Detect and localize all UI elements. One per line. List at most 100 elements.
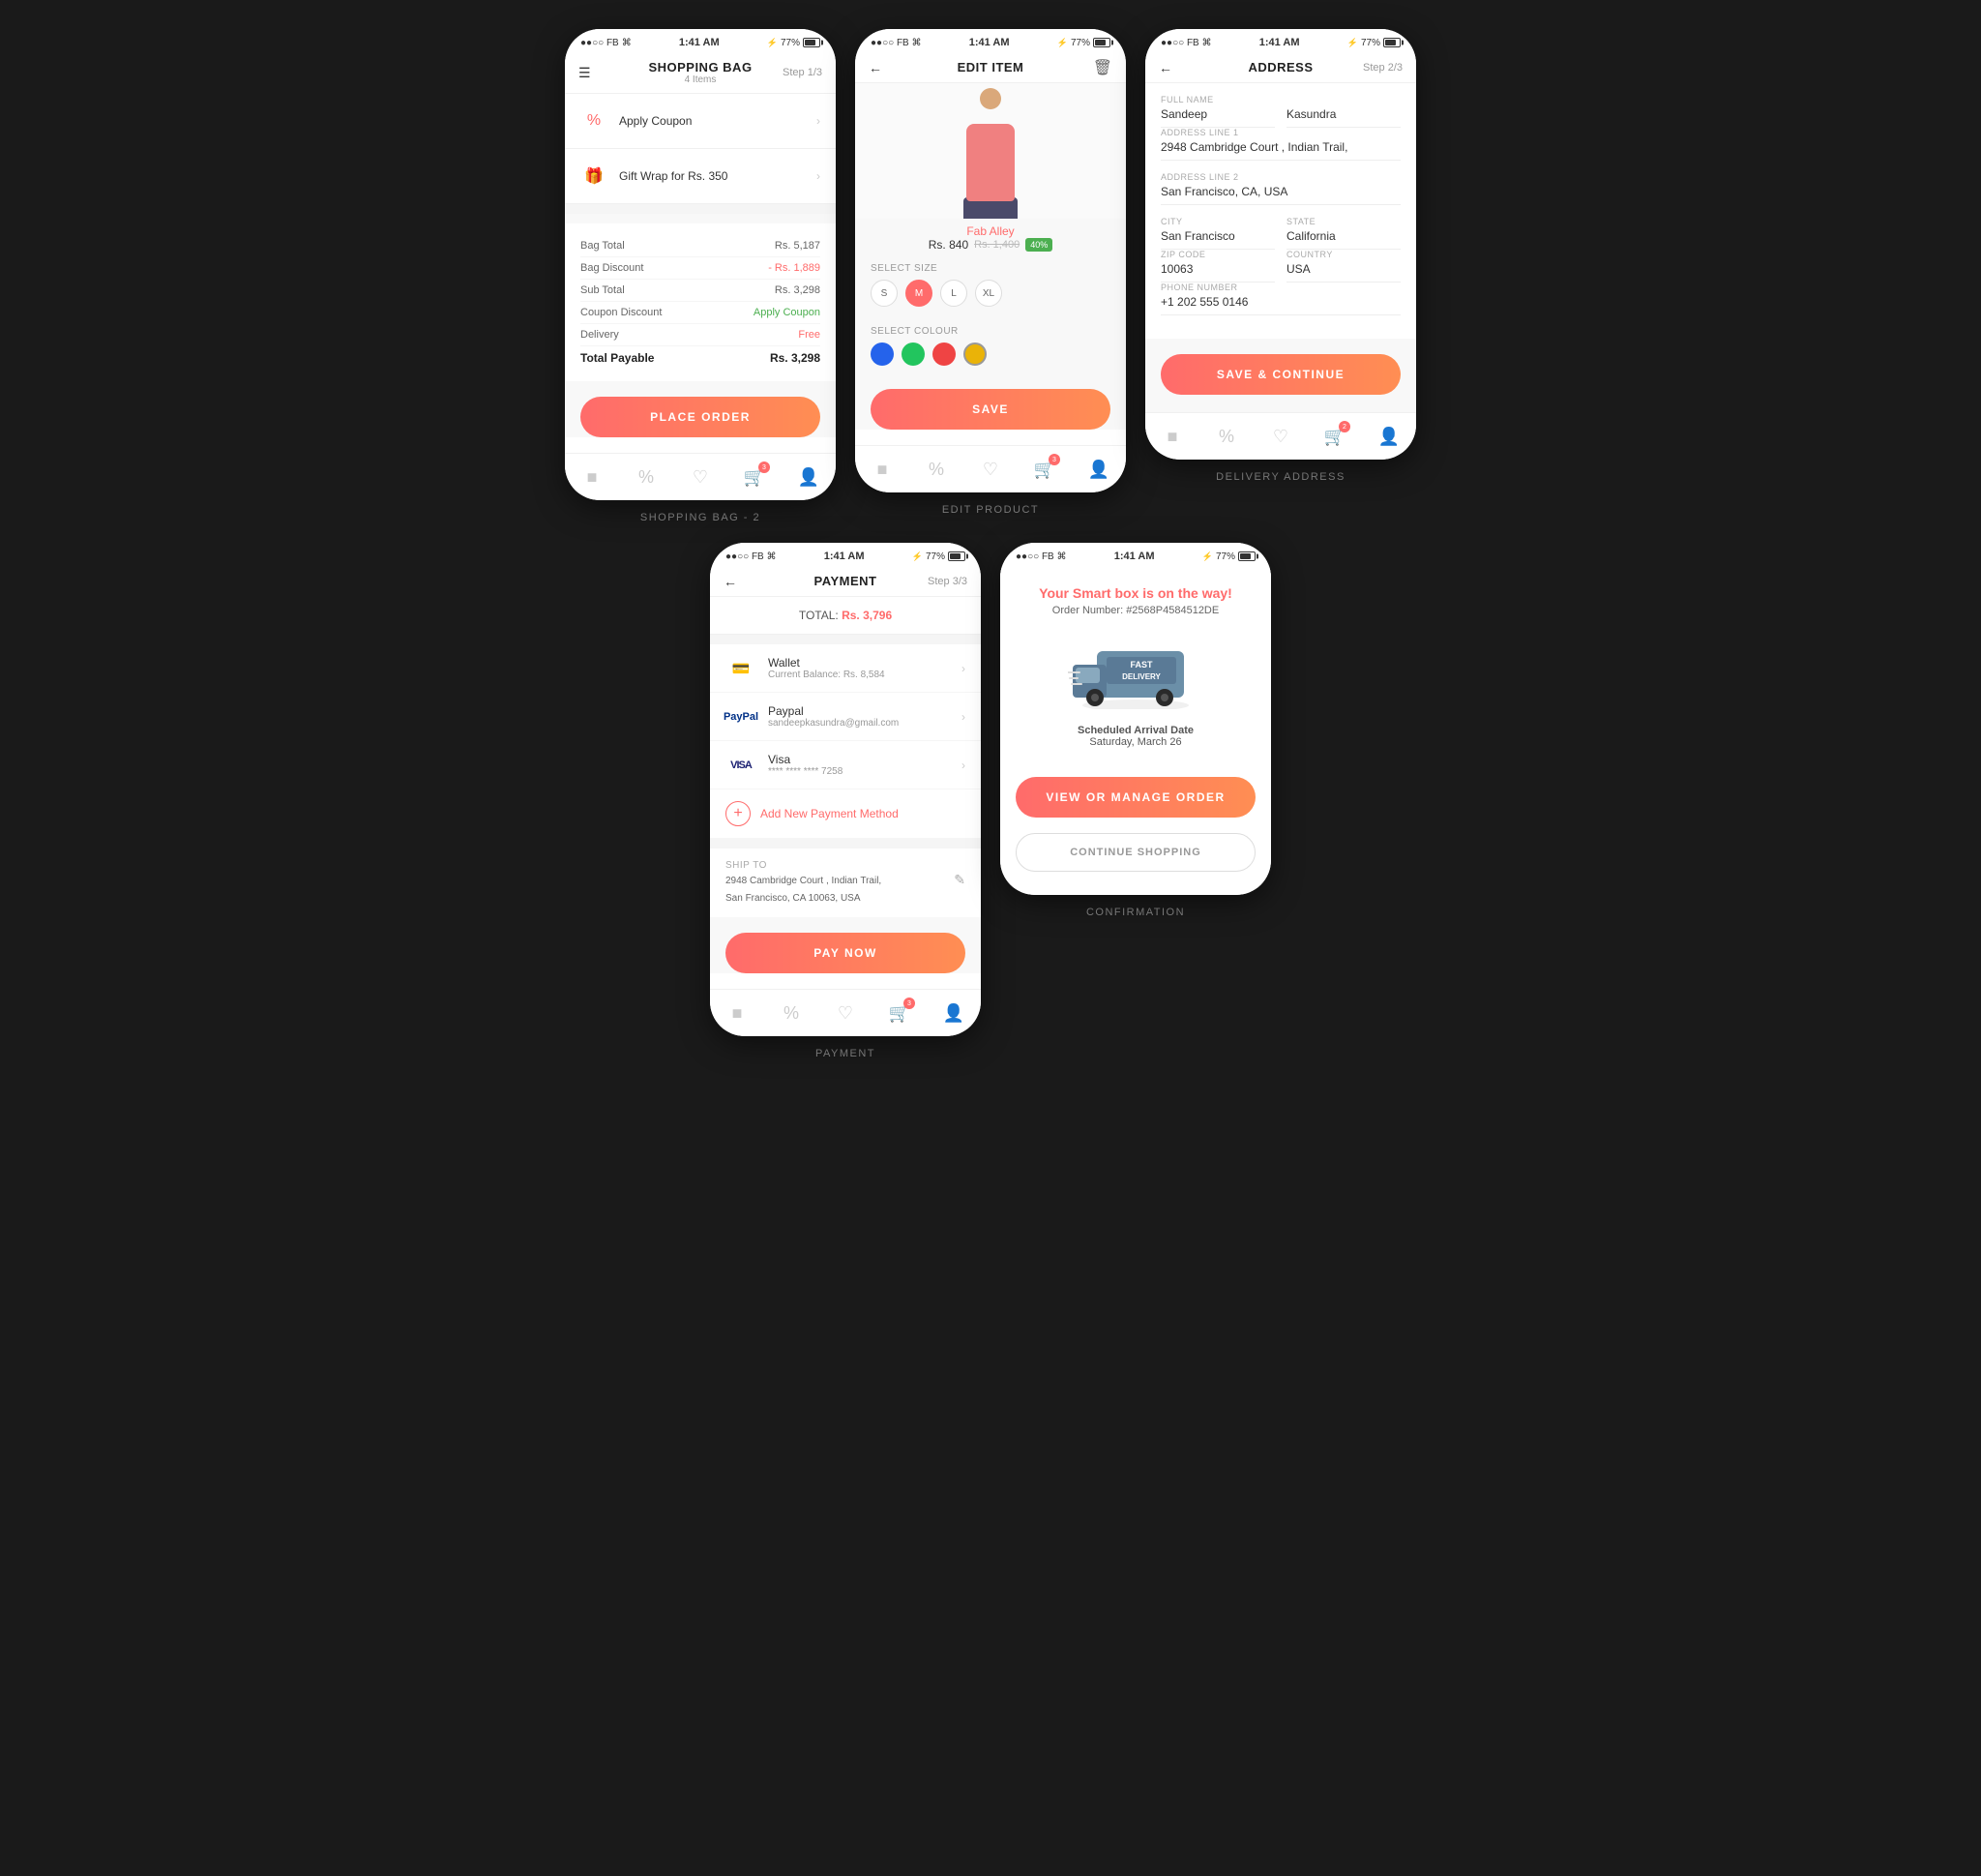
payment-status-bar: ●●○○ FB ⌘ 1:41 AM ⚡ 77%	[710, 543, 981, 566]
address-coupon-nav[interactable]: %	[1207, 423, 1246, 450]
size-m[interactable]: M	[905, 280, 932, 307]
coupon-nav-item[interactable]: %	[627, 463, 665, 491]
delivery-row: Delivery Free	[580, 324, 820, 346]
visa-option[interactable]: VISA Visa **** **** **** 7258 ›	[710, 741, 981, 789]
first-name-value[interactable]: Sandeep	[1161, 107, 1275, 128]
bag-total-row: Bag Total Rs. 5,187	[580, 235, 820, 257]
ship-address-line1: 2948 Cambridge Court , Indian Trail,	[725, 874, 881, 888]
address-status-bar: ●●○○ FB ⌘ 1:41 AM ⚡ 77%	[1145, 29, 1416, 52]
phone-value[interactable]: +1 202 555 0146	[1161, 295, 1401, 315]
paypal-option[interactable]: PayPal Paypal sandeepkasundra@gmail.com …	[710, 693, 981, 741]
size-s[interactable]: S	[871, 280, 898, 307]
coupon-discount-value[interactable]: Apply Coupon	[754, 307, 820, 318]
apply-coupon-item[interactable]: % Apply Coupon ›	[565, 94, 836, 149]
color-green[interactable]	[902, 342, 925, 366]
home-nav-item[interactable]: ■	[573, 463, 611, 491]
edit-wishlist-nav[interactable]: ♡	[971, 456, 1010, 483]
country-value[interactable]: USA	[1286, 262, 1401, 283]
place-order-button[interactable]: PLACE ORDER	[580, 397, 820, 437]
gift-wrap-item[interactable]: 🎁 Gift Wrap for Rs. 350 ›	[565, 149, 836, 204]
paypal-info: Paypal sandeepkasundra@gmail.com	[768, 704, 961, 729]
continue-shopping-button[interactable]: CONTINUE SHOPPING	[1016, 833, 1256, 872]
back-icon[interactable]: ←	[869, 60, 882, 75]
save-continue-button[interactable]: SAVE & CONTINUE	[1161, 354, 1401, 395]
gift-icon: 🎁	[580, 163, 607, 190]
battery-icon	[803, 38, 820, 47]
save-button[interactable]: SAVE	[871, 389, 1110, 430]
address-home-nav[interactable]: ■	[1153, 423, 1192, 450]
address2-value[interactable]: San Francisco, CA, USA	[1161, 185, 1401, 205]
zip-value[interactable]: 10063	[1161, 262, 1275, 283]
edit-title: EDIT ITEM	[958, 60, 1024, 74]
coupon-icon: %	[580, 107, 607, 134]
paypal-name: Paypal	[768, 704, 961, 718]
payment-label: PAYMENT	[815, 1048, 875, 1059]
payment-wishlist-nav[interactable]: ♡	[826, 999, 865, 1027]
ship-address-line2: San Francisco, CA 10063, USA	[725, 891, 881, 906]
paypal-icon: PayPal	[724, 711, 758, 723]
payment-profile-nav[interactable]: 👤	[934, 999, 973, 1027]
state-col: State California	[1286, 217, 1401, 250]
time-display: 1:41 AM	[679, 37, 720, 48]
nav-subtitle: 4 Items	[648, 74, 752, 85]
color-blue[interactable]	[871, 342, 894, 366]
pay-now-button[interactable]: PAY NOW	[725, 933, 965, 973]
last-name-value[interactable]: Kasundra	[1286, 107, 1401, 128]
edit-bottom-nav: ■ % ♡ 🛒 3 👤	[855, 445, 1126, 492]
visa-detail: **** **** **** 7258	[768, 766, 961, 777]
city-value[interactable]: San Francisco	[1161, 229, 1275, 250]
payment-sep1	[710, 635, 981, 644]
address-back-icon[interactable]: ←	[1159, 60, 1172, 75]
size-l[interactable]: L	[940, 280, 967, 307]
step-label: Step 1/3	[783, 67, 822, 78]
payment-cart-nav[interactable]: 🛒 3	[880, 999, 919, 1027]
state-value[interactable]: California	[1286, 229, 1401, 250]
wallet-option[interactable]: 💳 Wallet Current Balance: Rs. 8,584 ›	[710, 644, 981, 693]
edit-battery	[1093, 38, 1110, 47]
confirmation-screen: ●●○○ FB ⌘ 1:41 AM ⚡ 77% Your Smart box i…	[1000, 543, 1271, 895]
coupon-discount-row[interactable]: Coupon Discount Apply Coupon	[580, 302, 820, 324]
edit-product-content: Fab Alley Rs. 840 Rs. 1,400 40% SELECT S…	[855, 83, 1126, 430]
menu-icon[interactable]: ☰	[578, 65, 591, 81]
payment-back-icon[interactable]: ←	[724, 574, 737, 589]
view-order-button[interactable]: VIEW OR MANAGE ORDER	[1016, 777, 1256, 818]
payment-coupon-nav[interactable]: %	[772, 999, 811, 1027]
confirm-time: 1:41 AM	[1114, 551, 1155, 562]
add-payment-row[interactable]: + Add New Payment Method	[710, 789, 981, 839]
state-label: State	[1286, 217, 1401, 226]
color-yellow[interactable]	[963, 342, 987, 366]
wishlist-nav-item[interactable]: ♡	[681, 463, 720, 491]
address-profile-nav[interactable]: 👤	[1370, 423, 1408, 450]
profile-nav-item[interactable]: 👤	[789, 463, 828, 491]
bag-total-label: Bag Total	[580, 240, 625, 252]
ship-to-section: SHIP TO 2948 Cambridge Court , Indian Tr…	[710, 849, 981, 917]
color-red[interactable]	[932, 342, 956, 366]
truck-svg: FAST DELIVERY	[1068, 632, 1203, 709]
edit-cart-nav[interactable]: 🛒 3	[1025, 456, 1064, 483]
zip-col: Zip Code 10063	[1161, 250, 1275, 283]
address1-value[interactable]: 2948 Cambridge Court , Indian Trail,	[1161, 140, 1401, 161]
color-label: SELECT COLOUR	[871, 326, 1110, 337]
size-label: SELECT SIZE	[871, 263, 1110, 274]
address-cart-badge: 2	[1339, 421, 1350, 432]
payment-screen: ●●○○ FB ⌘ 1:41 AM ⚡ 77% ← PAYMENT Step 3…	[710, 543, 981, 1036]
total-amount: Rs. 3,796	[842, 609, 892, 622]
address-wishlist-nav[interactable]: ♡	[1261, 423, 1300, 450]
delete-icon[interactable]: 🗑	[1093, 58, 1112, 77]
payment-home-nav[interactable]: ■	[718, 999, 756, 1027]
address-content: Full Name Sandeep . Kasundra Address Lin…	[1145, 83, 1416, 412]
discount-badge: 40%	[1025, 238, 1052, 252]
arrival-section: Scheduled Arrival Date Saturday, March 2…	[1016, 725, 1256, 748]
ship-edit-icon[interactable]: ✎	[954, 872, 965, 888]
color-options	[871, 342, 1110, 366]
paypal-detail: sandeepkasundra@gmail.com	[768, 718, 961, 729]
edit-coupon-nav[interactable]: %	[917, 456, 956, 483]
address1-label: Address Line 1	[1161, 128, 1401, 137]
coupon-arrow: ›	[816, 114, 820, 128]
edit-home-nav[interactable]: ■	[863, 456, 902, 483]
size-xl[interactable]: XL	[975, 280, 1002, 307]
address-cart-nav[interactable]: 🛒 2	[1316, 423, 1354, 450]
cart-nav-item[interactable]: 🛒 3	[735, 463, 774, 491]
bag-total-value: Rs. 5,187	[775, 240, 820, 252]
edit-profile-nav[interactable]: 👤	[1079, 456, 1118, 483]
